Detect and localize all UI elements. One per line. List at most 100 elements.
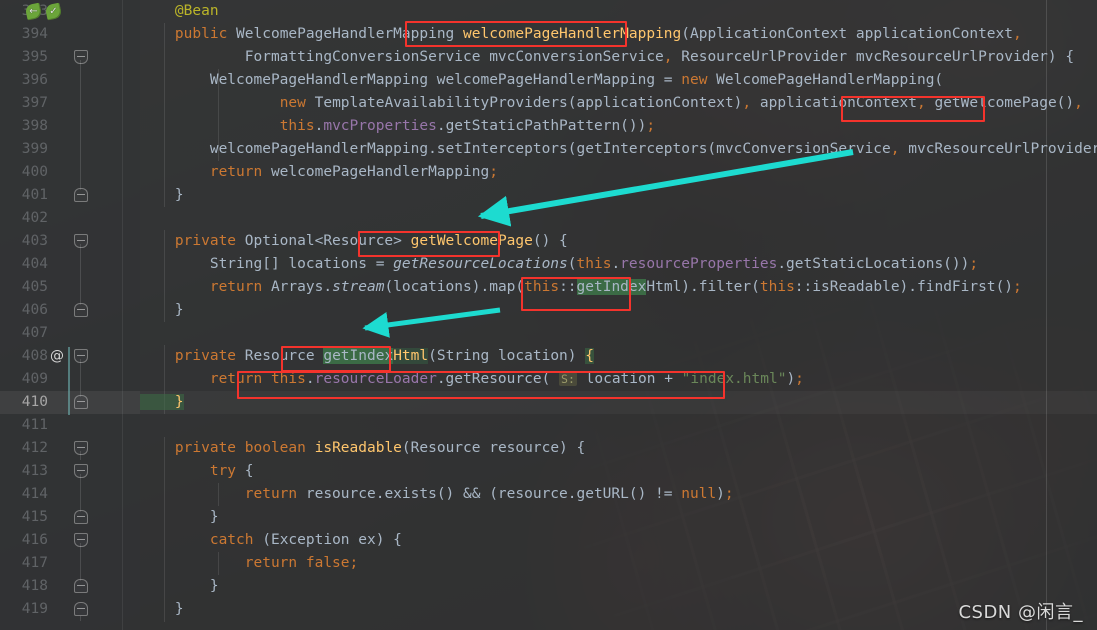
line-number: 409 — [21, 371, 48, 387]
code-line[interactable]: WelcomePageHandlerMapping welcomePageHan… — [140, 69, 943, 92]
code-fold-start-icon[interactable] — [74, 441, 88, 455]
code-line[interactable]: } — [140, 299, 184, 322]
gutter-row[interactable]: 405 — [0, 276, 140, 299]
code-editor[interactable]: 393 ← ✓ 394 395 396 397 398 — [0, 0, 1097, 630]
gutter-row[interactable]: 402 — [0, 207, 140, 230]
line-number: 418 — [21, 578, 48, 594]
code-line[interactable]: return this.resourceLoader.getResource( … — [140, 368, 804, 391]
gutter-row[interactable]: 408 @ — [0, 345, 140, 368]
code-fold-end-icon[interactable] — [74, 510, 88, 524]
gutter-row[interactable]: 393 ← ✓ — [0, 0, 140, 23]
csdn-watermark: CSDN @闲言_ — [958, 602, 1083, 623]
line-number: 406 — [21, 302, 48, 318]
code-line[interactable]: return false; — [140, 552, 359, 575]
code-line-current[interactable]: } — [0, 391, 1097, 414]
gutter-row[interactable]: 414 — [0, 483, 140, 506]
code-text-area[interactable]: @Bean public WelcomePageHandlerMapping w… — [140, 0, 1097, 630]
code-line[interactable]: private boolean isReadable(Resource reso… — [140, 437, 585, 460]
gutter-row[interactable]: 406 — [0, 299, 140, 322]
code-line[interactable]: String[] locations = getResourceLocation… — [140, 253, 978, 276]
selected-text[interactable]: getIndex — [323, 348, 394, 364]
gutter-row[interactable]: 394 — [0, 23, 140, 46]
spring-bean-icon[interactable]: ✓ — [44, 2, 63, 21]
line-number: 399 — [21, 141, 48, 157]
line-number: 408 — [21, 348, 48, 364]
line-number: 402 — [21, 210, 48, 226]
at-annotation-icon[interactable]: @ — [48, 347, 66, 365]
code-line[interactable]: try { — [140, 460, 254, 483]
line-number: 405 — [21, 279, 48, 295]
code-fold-end-icon[interactable] — [74, 188, 88, 202]
right-margin-guide — [1046, 0, 1047, 630]
code-fold-start-icon[interactable] — [74, 234, 88, 248]
line-number: 417 — [21, 555, 48, 571]
gutter-row[interactable]: 412 — [0, 437, 140, 460]
line-number: 413 — [21, 463, 48, 479]
line-number: 419 — [21, 601, 48, 617]
code-line[interactable]: @Bean — [140, 0, 219, 23]
gutter-row[interactable]: 397 — [0, 92, 140, 115]
line-number: 416 — [21, 532, 48, 548]
gutter-row[interactable]: 398 — [0, 115, 140, 138]
gutter-row[interactable]: 404 — [0, 253, 140, 276]
line-number: 400 — [21, 164, 48, 180]
line-number: 407 — [21, 325, 48, 341]
gutter-row[interactable]: 395 — [0, 46, 140, 69]
code-fold-start-icon[interactable] — [74, 533, 88, 547]
code-line[interactable]: private Resource getIndexHtml(String loc… — [140, 345, 594, 368]
selected-text[interactable]: getIndex — [576, 279, 647, 295]
line-number: 398 — [21, 118, 48, 134]
gutter-row[interactable]: 418 — [0, 575, 140, 598]
line-number: 395 — [21, 49, 48, 65]
gutter-row[interactable]: 400 — [0, 161, 140, 184]
gutter-row[interactable]: 396 — [0, 69, 140, 92]
line-number: 403 — [21, 233, 48, 249]
line-number: 415 — [21, 509, 48, 525]
parameter-hint: S: — [559, 372, 577, 386]
line-number: 396 — [21, 72, 48, 88]
code-fold-start-icon[interactable] — [74, 50, 88, 64]
gutter-row[interactable]: 417 — [0, 552, 140, 575]
code-line[interactable]: private Optional<Resource> getWelcomePag… — [140, 230, 568, 253]
code-fold-end-icon[interactable] — [74, 303, 88, 317]
code-line[interactable]: return welcomePageHandlerMapping; — [140, 161, 498, 184]
code-fold-start-icon[interactable] — [74, 464, 88, 478]
annotation-bean: @Bean — [140, 3, 219, 19]
code-line[interactable]: return resource.exists() && (resource.ge… — [140, 483, 734, 506]
gutter-row[interactable]: 399 — [0, 138, 140, 161]
code-line[interactable]: catch (Exception ex) { — [140, 529, 402, 552]
spring-bean-override-icon[interactable]: ← — [24, 2, 43, 21]
gutter-row[interactable]: 415 — [0, 506, 140, 529]
code-line[interactable]: } — [140, 184, 184, 207]
code-fold-end-icon[interactable] — [74, 602, 88, 616]
gutter-row[interactable]: 413 — [0, 460, 140, 483]
gutter-row[interactable]: 409 — [0, 368, 140, 391]
line-number: 411 — [21, 417, 48, 433]
line-number: 412 — [21, 440, 48, 456]
code-line[interactable]: this.mvcProperties.getStaticPathPattern(… — [140, 115, 655, 138]
line-number: 414 — [21, 486, 48, 502]
code-line[interactable]: } — [140, 506, 219, 529]
code-line[interactable]: public WelcomePageHandlerMapping welcome… — [140, 23, 1022, 46]
gutter-row[interactable]: 407 — [0, 322, 140, 345]
code-line[interactable]: new TemplateAvailabilityProviders(applic… — [140, 92, 1083, 115]
identifier-highlight[interactable]: Html — [393, 348, 429, 364]
code-line[interactable]: return Arrays.stream(locations).map(this… — [140, 276, 1022, 299]
code-line[interactable]: } — [140, 598, 184, 621]
code-line[interactable]: } — [140, 575, 219, 598]
gutter-row[interactable]: 419 — [0, 598, 140, 621]
line-number: 404 — [21, 256, 48, 272]
line-number: 401 — [21, 187, 48, 203]
code-fold-start-icon[interactable] — [74, 349, 88, 363]
editor-gutter[interactable]: 393 ← ✓ 394 395 396 397 398 — [0, 0, 140, 630]
line-number: 397 — [21, 95, 48, 111]
code-line[interactable]: welcomePageHandlerMapping.setInterceptor… — [140, 138, 1097, 161]
gutter-row[interactable]: 411 — [0, 414, 140, 437]
gutter-row[interactable]: 401 — [0, 184, 140, 207]
gutter-row[interactable]: 403 — [0, 230, 140, 253]
code-line[interactable]: FormattingConversionService mvcConversio… — [140, 46, 1074, 69]
matched-brace: } — [140, 394, 184, 410]
matched-brace: { — [585, 348, 594, 364]
gutter-row[interactable]: 416 — [0, 529, 140, 552]
code-fold-end-icon[interactable] — [74, 579, 88, 593]
